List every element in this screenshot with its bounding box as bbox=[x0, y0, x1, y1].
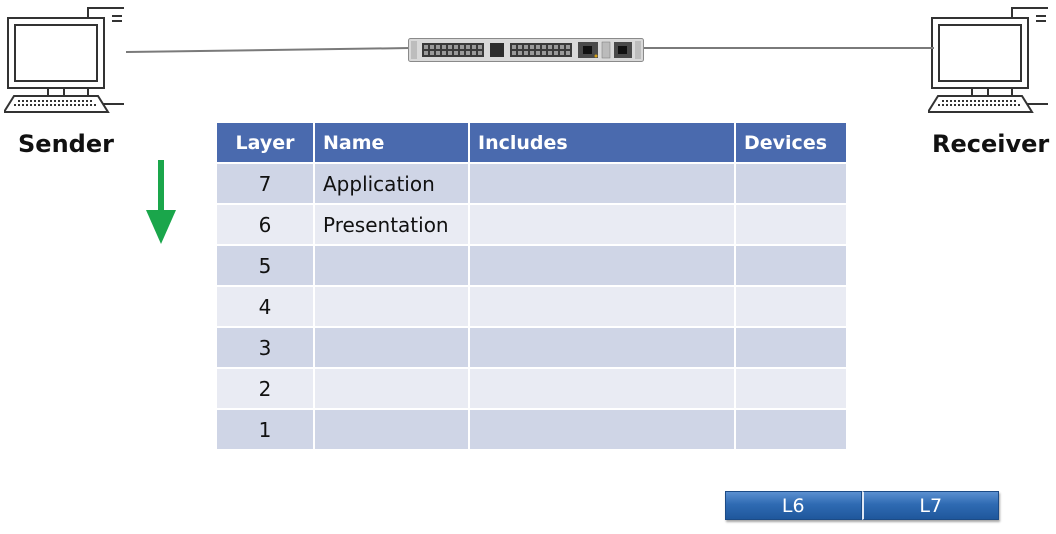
pdu-segment-l7: L7 bbox=[861, 491, 999, 520]
osi-layer-table: Layer Name Includes Devices 7 Applicatio… bbox=[215, 121, 848, 451]
layer-name bbox=[313, 326, 470, 369]
layer-devices bbox=[734, 162, 848, 205]
table-row: 7 Application bbox=[215, 162, 848, 205]
table-row: 4 bbox=[215, 285, 848, 328]
layer-includes bbox=[468, 408, 736, 451]
layer-devices bbox=[734, 408, 848, 451]
layer-name bbox=[313, 244, 470, 287]
receiver-label: Receiver bbox=[932, 130, 1050, 158]
layer-name bbox=[313, 285, 470, 328]
layer-number: 3 bbox=[215, 326, 315, 369]
pdu-bar: L6 L7 bbox=[725, 491, 999, 520]
layer-number: 2 bbox=[215, 367, 315, 410]
layer-includes bbox=[468, 162, 736, 205]
header-devices: Devices bbox=[734, 121, 848, 164]
layer-includes bbox=[468, 367, 736, 410]
layer-number: 4 bbox=[215, 285, 315, 328]
table-row: 6 Presentation bbox=[215, 203, 848, 246]
layer-name: Application bbox=[313, 162, 470, 205]
header-layer: Layer bbox=[215, 121, 315, 164]
layer-includes bbox=[468, 326, 736, 369]
layer-name bbox=[313, 408, 470, 451]
layer-devices bbox=[734, 326, 848, 369]
layer-devices bbox=[734, 244, 848, 287]
table-header-row: Layer Name Includes Devices bbox=[215, 121, 848, 164]
table-row: 3 bbox=[215, 326, 848, 369]
sender-computer-icon bbox=[4, 4, 124, 116]
network-cable-right bbox=[642, 47, 934, 49]
header-name: Name bbox=[313, 121, 470, 164]
layer-name bbox=[313, 367, 470, 410]
layer-devices bbox=[734, 285, 848, 328]
network-cable-left bbox=[125, 47, 410, 53]
table-row: 2 bbox=[215, 367, 848, 410]
pdu-segment-l6: L6 bbox=[725, 491, 862, 520]
layer-devices bbox=[734, 203, 848, 246]
header-includes: Includes bbox=[468, 121, 736, 164]
layer-includes bbox=[468, 203, 736, 246]
layer-number: 7 bbox=[215, 162, 315, 205]
table-row: 5 bbox=[215, 244, 848, 287]
layer-number: 6 bbox=[215, 203, 315, 246]
layer-includes bbox=[468, 285, 736, 328]
layer-devices bbox=[734, 367, 848, 410]
layer-includes bbox=[468, 244, 736, 287]
layer-number: 5 bbox=[215, 244, 315, 287]
layer-name: Presentation bbox=[313, 203, 470, 246]
sender-label: Sender bbox=[18, 130, 114, 158]
receiver-computer-icon bbox=[928, 4, 1048, 116]
network-switch-icon bbox=[408, 38, 644, 62]
down-arrow-icon bbox=[146, 160, 176, 246]
layer-number: 1 bbox=[215, 408, 315, 451]
table-row: 1 bbox=[215, 408, 848, 451]
